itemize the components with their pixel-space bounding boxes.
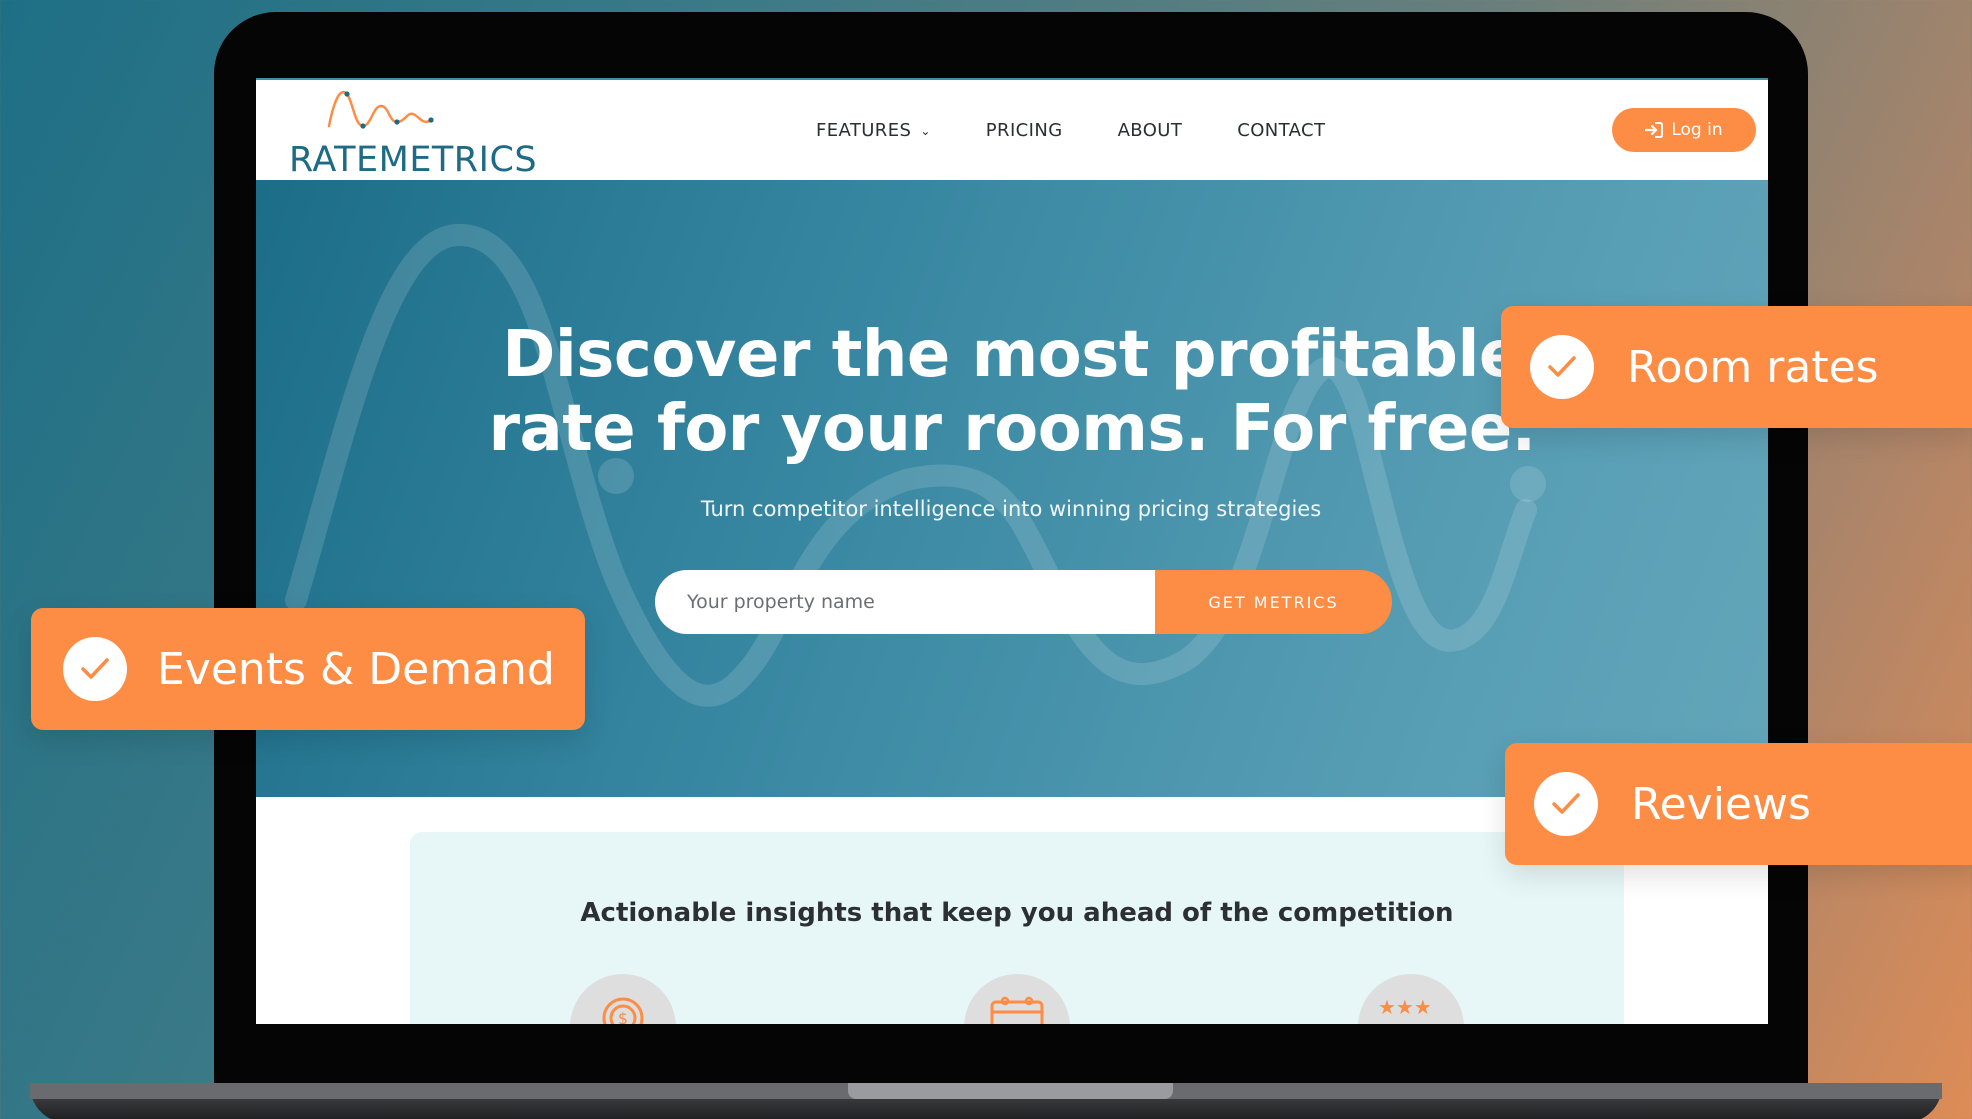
nav-contact-label: CONTACT — [1237, 120, 1326, 141]
svg-text:★★★: ★★★ — [1378, 996, 1432, 1019]
property-name-input[interactable] — [655, 570, 1155, 634]
chevron-down-icon: ⌄ — [920, 123, 931, 138]
badge-room-rates: Room rates — [1501, 306, 1972, 428]
badge-room-rates-label: Room rates — [1627, 341, 1879, 393]
brand-logo[interactable]: RATEMETRICS — [289, 86, 549, 180]
nav-about-label: ABOUT — [1117, 120, 1183, 141]
sign-in-icon — [1645, 122, 1664, 138]
svg-text:$: $ — [618, 1009, 628, 1024]
insights-title: Actionable insights that keep you ahead … — [580, 898, 1454, 928]
badge-reviews: Reviews — [1505, 743, 1972, 865]
insights-section: Actionable insights that keep you ahead … — [410, 832, 1624, 1024]
check-icon — [1530, 335, 1594, 399]
nav-about[interactable]: ABOUT — [1118, 120, 1183, 141]
nav-contact[interactable]: CONTACT — [1237, 120, 1325, 141]
property-search-form: GET METRICS — [655, 570, 1392, 634]
badge-events-label: Events & Demand — [157, 643, 555, 695]
site-header: RATEMETRICS FEATURES ⌄ PRICING ABOUT CON… — [256, 80, 1768, 180]
login-button[interactable]: Log in — [1612, 108, 1756, 152]
badge-reviews-label: Reviews — [1631, 778, 1811, 830]
hero-subtitle: Turn competitor intelligence into winnin… — [700, 497, 1322, 521]
main-nav: FEATURES ⌄ PRICING ABOUT CONTACT — [816, 120, 1380, 141]
badge-events-demand: Events & Demand — [31, 608, 585, 730]
login-label: Log in — [1671, 120, 1723, 140]
nav-features[interactable]: FEATURES ⌄ — [816, 120, 931, 141]
laptop-screen: RATEMETRICS FEATURES ⌄ PRICING ABOUT CON… — [256, 78, 1768, 1024]
calendar-icon — [964, 974, 1070, 1024]
brand-name: RATEMETRICS — [289, 140, 538, 180]
laptop-notch — [848, 1083, 1173, 1099]
get-metrics-button[interactable]: GET METRICS — [1155, 570, 1392, 634]
check-icon — [63, 637, 127, 701]
nav-pricing-label: PRICING — [985, 120, 1063, 141]
check-icon — [1534, 772, 1598, 836]
wave-logo-icon — [327, 91, 434, 129]
star-rating-icon: ★★★ — [1358, 974, 1464, 1024]
nav-pricing[interactable]: PRICING — [986, 120, 1063, 141]
nav-features-label: FEATURES — [816, 120, 912, 141]
dollar-coin-icon: $ — [570, 974, 676, 1024]
